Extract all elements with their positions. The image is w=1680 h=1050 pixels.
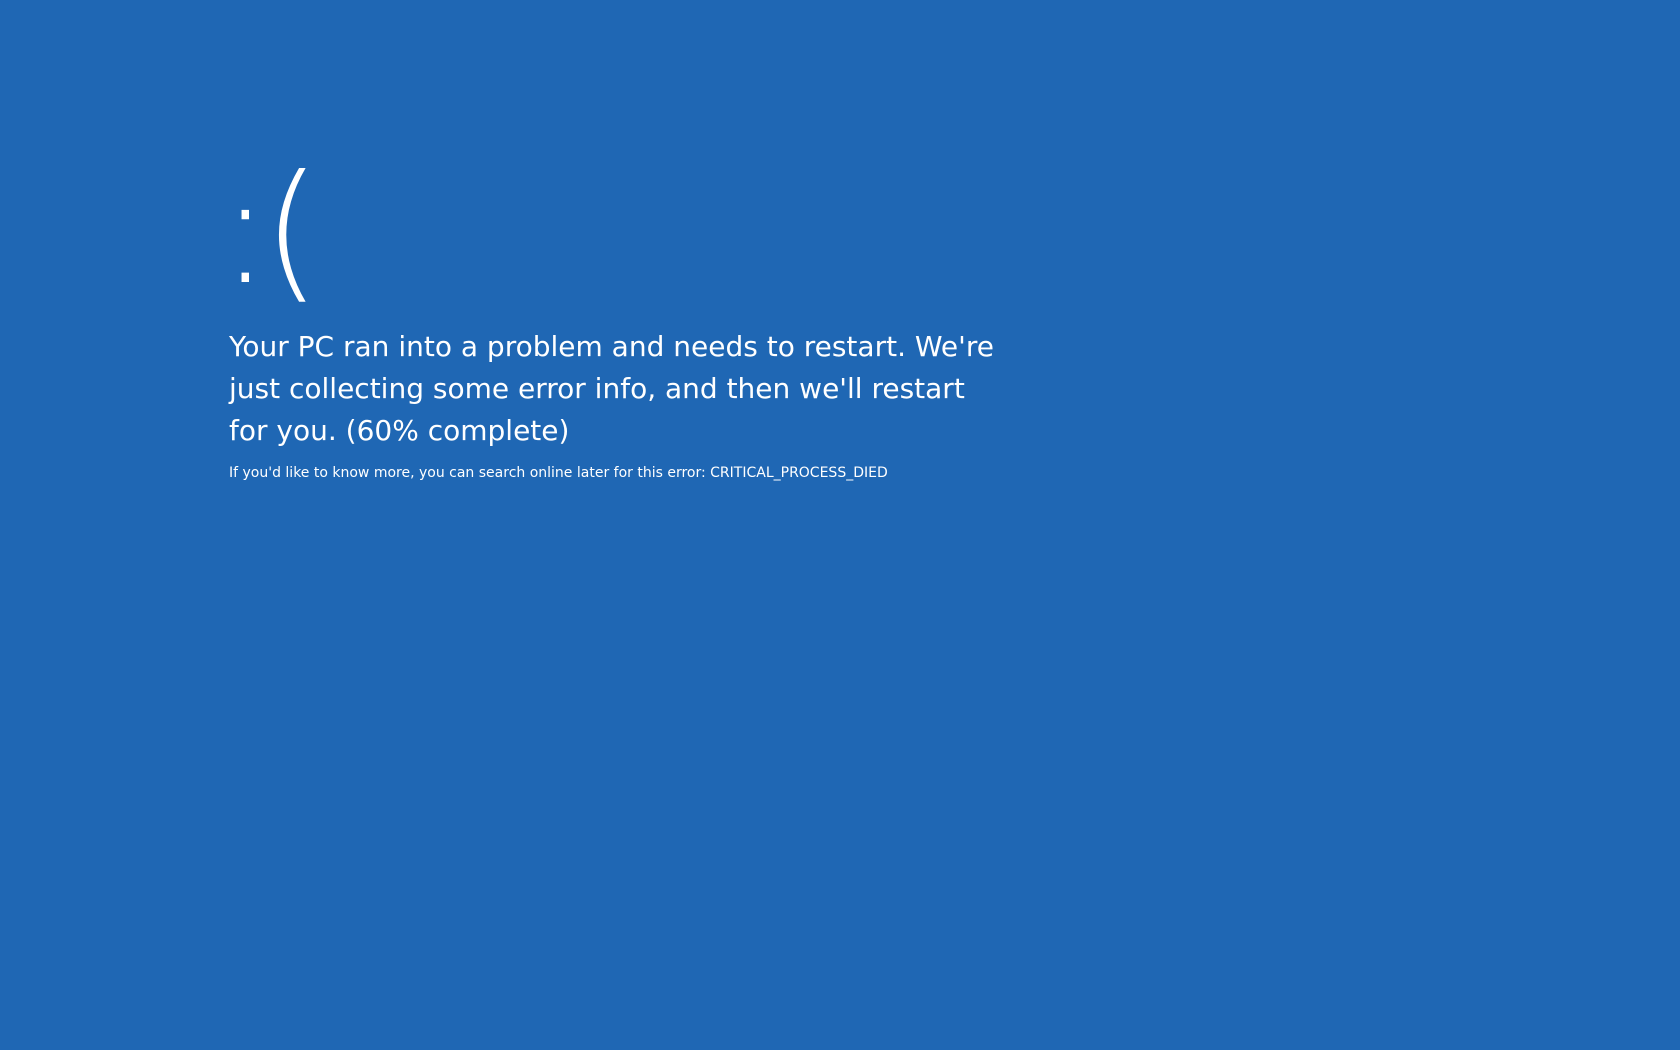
sad-face-emoticon: :( [220,144,321,318]
error-message: Your PC ran into a problem and needs to … [229,326,999,452]
blue-screen-of-death: :( Your PC ran into a problem and needs … [0,0,1680,1050]
progress-status: (60% complete) [345,414,570,447]
stop-code: CRITICAL_PROCESS_DIED [710,465,888,481]
error-message-text: Your PC ran into a problem and needs to … [229,330,994,447]
error-detail: If you'd like to know more, you can sear… [229,463,1129,483]
error-detail-prefix: If you'd like to know more, you can sear… [229,465,711,481]
